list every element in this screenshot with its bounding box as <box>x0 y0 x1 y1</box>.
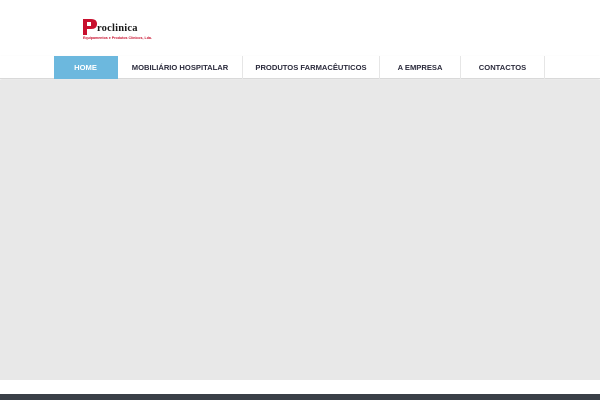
nav-item-contactos[interactable]: CONTACTOS <box>461 56 545 79</box>
nav-item-a-empresa[interactable]: A EMPRESA <box>380 56 461 79</box>
nav-item-home[interactable]: HOME <box>54 56 118 79</box>
footer-bar <box>0 394 600 400</box>
logo-wordmark: roclinica <box>97 23 138 34</box>
main-navigation: HOME MOBILIÁRIO HOSPITALAR PRODUTOS FARM… <box>0 56 600 79</box>
site-header: roclinica Equipamentos e Produtos Clínic… <box>0 0 600 57</box>
logo-tagline: Equipamentos e Produtos Clínicos, Lda. <box>83 36 152 40</box>
nav-item-label: MOBILIÁRIO HOSPITALAR <box>131 63 229 72</box>
nav-item-mobiliario-hospitalar[interactable]: MOBILIÁRIO HOSPITALAR <box>118 56 243 79</box>
nav-item-produtos-farmaceuticos[interactable]: PRODUTOS FARMACÊUTICOS <box>243 56 380 79</box>
nav-item-label: A EMPRESA <box>397 63 443 72</box>
nav-item-label: CONTACTOS <box>478 63 527 72</box>
site-logo[interactable]: roclinica Equipamentos e Produtos Clínic… <box>83 19 165 43</box>
nav-item-label: PRODUTOS FARMACÊUTICOS <box>255 63 367 72</box>
nav-item-label: HOME <box>74 63 97 72</box>
nav-menu: HOME MOBILIÁRIO HOSPITALAR PRODUTOS FARM… <box>54 56 545 79</box>
hero-banner <box>0 80 600 380</box>
red-p-mark-icon <box>83 19 97 35</box>
